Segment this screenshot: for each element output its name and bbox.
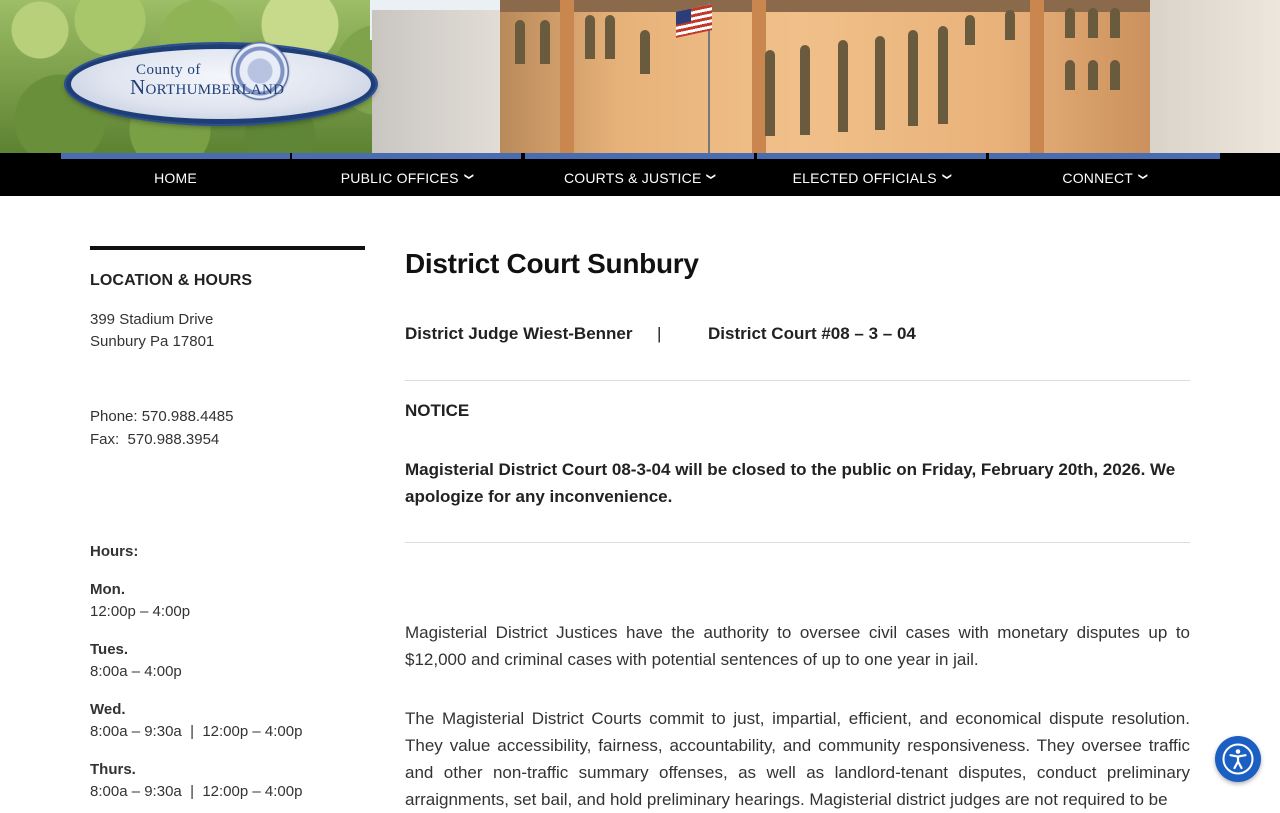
- courthouse-cornice: [500, 0, 1160, 12]
- nav-label: HOME: [154, 169, 197, 186]
- notice-heading: NOTICE: [405, 401, 470, 420]
- logo-text-main: Northumberland: [130, 75, 285, 99]
- courthouse-wing: [1150, 0, 1280, 153]
- window: [640, 30, 650, 74]
- court-number: District Court #08 – 3 – 04: [708, 324, 916, 343]
- courthouse-image: [500, 0, 1160, 153]
- nav-elected-officials[interactable]: ELECTED OFFICIALS ❯: [757, 153, 986, 196]
- separator: |: [657, 324, 662, 343]
- window: [540, 20, 550, 64]
- nav-label: PUBLIC OFFICES: [340, 169, 459, 186]
- hours-day: Mon.: [90, 581, 125, 598]
- window: [1065, 8, 1075, 38]
- divider: [405, 380, 1190, 381]
- nav-public-offices[interactable]: PUBLIC OFFICES ❯: [292, 153, 521, 196]
- chevron-down-icon: ❯: [463, 172, 474, 181]
- window: [938, 26, 948, 124]
- courthouse-pier: [1030, 0, 1044, 153]
- window: [800, 45, 810, 135]
- sidebar-title: LOCATION & HOURS: [90, 272, 253, 289]
- nav-home[interactable]: HOME: [61, 153, 290, 196]
- fax-number: Fax: 570.988.3954: [90, 431, 220, 448]
- nav-label: CONNECT: [1062, 169, 1134, 186]
- sidebar-divider: [90, 246, 365, 250]
- hours-time: 8:00a – 9:30a | 12:00p – 4:00p: [90, 723, 303, 740]
- nav-label: COURTS & JUSTICE: [563, 169, 702, 186]
- hours-time: 8:00a – 4:00p: [90, 663, 182, 680]
- window: [1110, 8, 1120, 38]
- hours-day: Tues.: [90, 641, 129, 658]
- window: [1065, 60, 1075, 90]
- window: [965, 15, 975, 45]
- phone-number[interactable]: Phone: 570.988.4485: [90, 406, 233, 428]
- address-line-1: 399 Stadium Drive: [90, 311, 214, 328]
- window: [1005, 10, 1015, 40]
- window: [875, 36, 885, 130]
- window: [765, 50, 775, 136]
- hours-label: Hours:: [90, 543, 139, 560]
- notice-text: Magisterial District Court 08-3-04 will …: [405, 460, 1176, 506]
- address-line-2: Sunbury Pa 17801: [90, 333, 215, 350]
- accessibility-icon: [1222, 743, 1254, 775]
- hours-day: Wed.: [90, 701, 126, 718]
- nav-courts-justice[interactable]: COURTS & JUSTICE ❯: [525, 153, 754, 196]
- nav-connect[interactable]: CONNECT ❯: [989, 153, 1220, 196]
- hours-time: 12:00p – 4:00p: [90, 603, 191, 620]
- chevron-down-icon: ❯: [942, 172, 953, 181]
- paragraph-mission: The Magisterial District Courts commit t…: [405, 709, 1190, 809]
- window: [838, 40, 848, 132]
- window: [908, 30, 918, 126]
- window: [1088, 60, 1098, 90]
- courthouse-pier: [560, 0, 574, 153]
- window: [585, 15, 595, 59]
- building-left: [372, 10, 502, 153]
- accessibility-button[interactable]: [1215, 736, 1261, 782]
- window: [1110, 60, 1120, 90]
- paragraph-jurisdiction: Magisterial District Justices have the a…: [405, 623, 1190, 669]
- chevron-down-icon: ❯: [1138, 172, 1149, 181]
- divider: [405, 542, 1190, 543]
- nav-label: ELECTED OFFICIALS: [792, 169, 937, 186]
- window: [605, 15, 615, 59]
- courthouse-pier: [752, 0, 766, 153]
- hours-day: Thurs.: [90, 761, 136, 778]
- window: [1088, 8, 1098, 38]
- page-title: District Court Sunbury: [405, 248, 699, 279]
- chevron-down-icon: ❯: [706, 172, 717, 181]
- main-navigation: HOME PUBLIC OFFICES ❯ COURTS & JUSTICE ❯…: [0, 153, 1280, 196]
- window: [515, 20, 525, 64]
- judge-name: District Judge Wiest-Benner: [405, 324, 633, 343]
